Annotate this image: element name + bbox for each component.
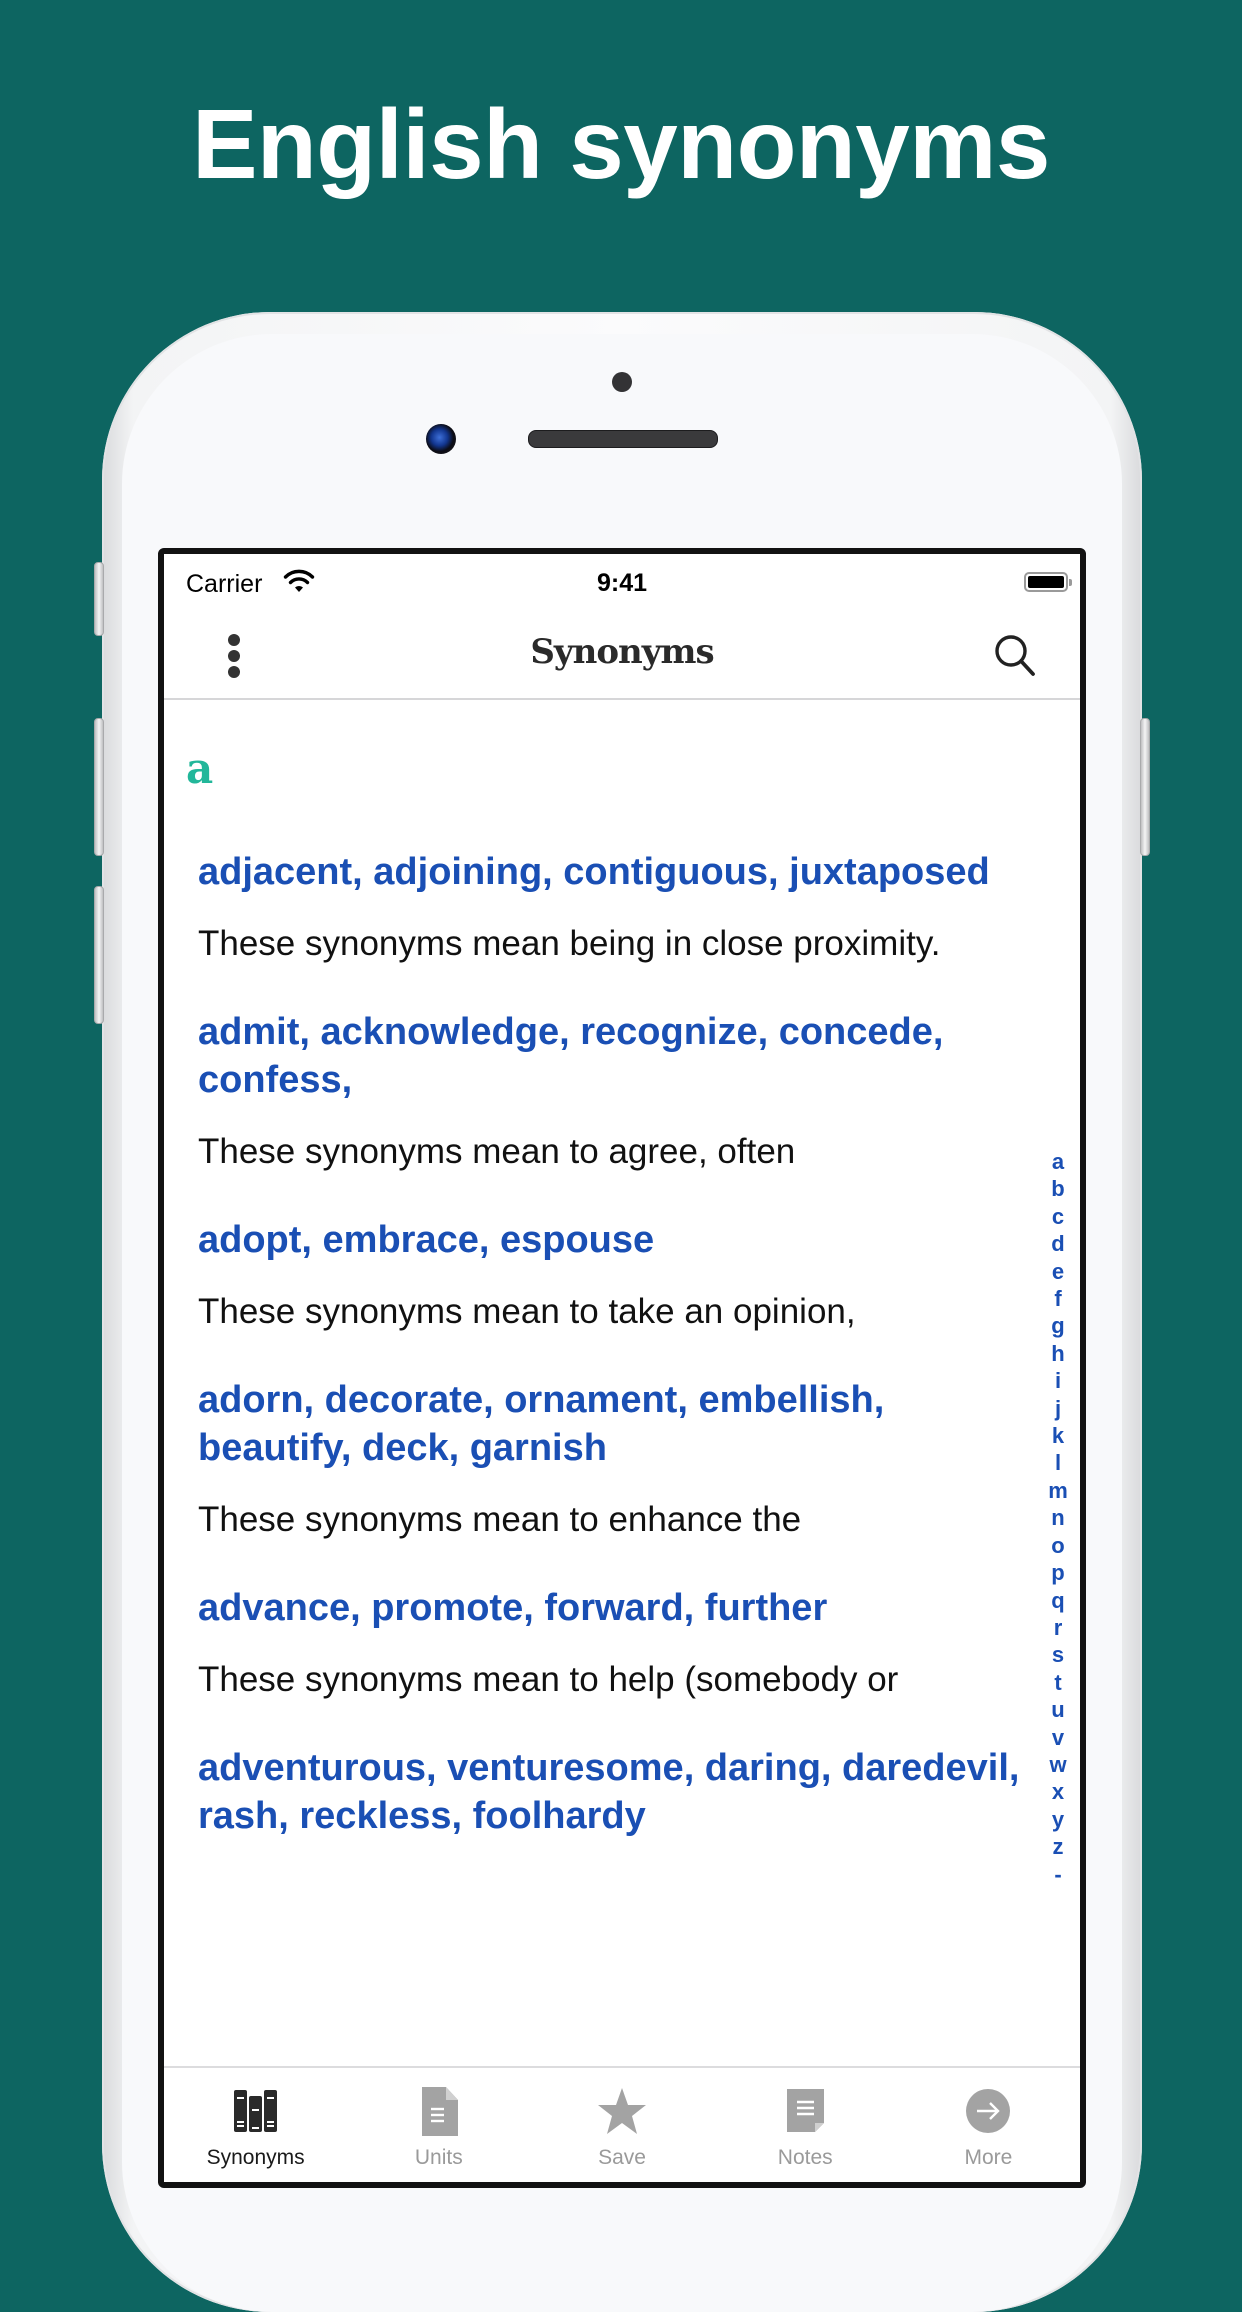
promo-headline: English synonyms <box>192 89 1050 199</box>
index-letter[interactable]: n <box>1051 1504 1064 1531</box>
list-item[interactable]: adjacent, adjoining, contiguous, juxtapo… <box>198 848 1028 966</box>
note-icon <box>780 2086 830 2136</box>
tab-label: Save <box>598 2146 646 2169</box>
tab-notes[interactable]: Notes <box>714 2068 897 2182</box>
battery-full-icon <box>1024 572 1072 592</box>
entry-description: These synonyms mean to agree, often <box>198 1132 796 1171</box>
section-header: a <box>186 744 214 793</box>
tab-label: Units <box>414 2146 463 2169</box>
index-letter[interactable]: j <box>1055 1395 1061 1422</box>
entry-title[interactable]: adventurous, venturesome, daring, darede… <box>198 1744 1028 1840</box>
front-camera <box>426 424 456 454</box>
alphabet-index[interactable]: abcdefghijklmnopqrstuvwxyz- <box>1044 1148 1072 1888</box>
power-button <box>1140 718 1150 856</box>
entry-title[interactable]: adjacent, adjoining, contiguous, juxtapo… <box>198 848 1028 896</box>
entry-title[interactable]: adorn, decorate, ornament, embellish, be… <box>198 1376 1028 1472</box>
tab-label: Synonyms <box>206 2146 305 2169</box>
arrow-circle-icon <box>963 2086 1013 2136</box>
list-item[interactable]: admit, acknowledge, recognize, concede, … <box>198 1008 1028 1174</box>
status-time: 9:41 <box>596 569 648 597</box>
index-letter[interactable]: z <box>1053 1833 1064 1860</box>
index-letter[interactable]: x <box>1052 1778 1064 1805</box>
search-icon[interactable] <box>992 632 1038 678</box>
index-letter[interactable]: a <box>1052 1148 1064 1175</box>
entry-title[interactable]: admit, acknowledge, recognize, concede, … <box>198 1008 1028 1104</box>
index-letter[interactable]: r <box>1054 1614 1063 1641</box>
document-icon <box>414 2086 464 2136</box>
index-letter[interactable]: e <box>1052 1258 1064 1285</box>
index-letter[interactable]: q <box>1051 1587 1064 1614</box>
list-item[interactable]: advance, promote, forward, further These … <box>198 1584 1028 1702</box>
tab-more[interactable]: More <box>897 2068 1080 2182</box>
index-letter[interactable]: p <box>1051 1559 1064 1586</box>
index-letter[interactable]: o <box>1051 1532 1064 1559</box>
index-letter[interactable]: w <box>1049 1751 1066 1778</box>
books-icon <box>231 2086 281 2136</box>
entries-container: adjacent, adjoining, contiguous, juxtapo… <box>198 848 1028 1882</box>
synonym-list[interactable]: a adjacent, adjoining, contiguous, juxta… <box>164 700 1080 2018</box>
index-letter[interactable]: t <box>1054 1669 1061 1696</box>
tab-synonyms[interactable]: Synonyms <box>164 2068 347 2182</box>
index-letter[interactable]: u <box>1051 1696 1064 1723</box>
tab-units[interactable]: Units <box>347 2068 530 2182</box>
status-bar: Carrier 9:41 <box>164 554 1080 604</box>
index-letter[interactable]: - <box>1054 1861 1061 1888</box>
entry-title[interactable]: adopt, embrace, espouse <box>198 1216 1028 1264</box>
index-letter[interactable]: k <box>1052 1422 1064 1449</box>
page-title: Synonyms <box>530 632 714 672</box>
index-letter[interactable]: f <box>1054 1285 1061 1312</box>
index-letter[interactable]: y <box>1052 1806 1064 1833</box>
entry-description: These synonyms mean to enhance the <box>198 1500 802 1539</box>
entry-title[interactable]: advance, promote, forward, further <box>198 1584 1028 1632</box>
navigation-bar: Synonyms <box>164 606 1080 700</box>
entry-description: These synonyms mean to help (somebody or <box>198 1660 899 1699</box>
tab-bar: Synonyms Units Save Notes More <box>164 2066 1080 2182</box>
entry-description: These synonyms mean to take an opinion, <box>198 1292 856 1331</box>
index-letter[interactable]: c <box>1052 1203 1064 1230</box>
list-item[interactable]: adopt, embrace, espouse These synonyms me… <box>198 1216 1028 1334</box>
tab-label: More <box>964 2146 1013 2169</box>
mute-switch <box>94 562 104 636</box>
star-icon <box>597 2086 647 2136</box>
tab-label: Notes <box>777 2146 833 2169</box>
list-item[interactable]: adorn, decorate, ornament, embellish, be… <box>198 1376 1028 1542</box>
list-item[interactable]: adventurous, venturesome, daring, darede… <box>198 1744 1028 1840</box>
volume-down-button <box>94 886 104 1024</box>
index-letter[interactable]: h <box>1051 1340 1064 1367</box>
index-letter[interactable]: v <box>1052 1724 1064 1751</box>
index-letter[interactable]: l <box>1055 1449 1061 1476</box>
index-letter[interactable]: g <box>1051 1312 1064 1339</box>
index-letter[interactable]: d <box>1051 1230 1064 1257</box>
app-screen: Carrier 9:41 Synonyms a adjacent, adjoin… <box>158 548 1086 2188</box>
index-letter[interactable]: m <box>1048 1477 1068 1504</box>
index-letter[interactable]: i <box>1055 1367 1061 1394</box>
tab-save[interactable]: Save <box>530 2068 713 2182</box>
index-letter[interactable]: s <box>1052 1641 1064 1668</box>
earpiece-speaker <box>528 430 718 448</box>
entry-description: These synonyms mean being in close proxi… <box>198 924 941 963</box>
index-letter[interactable]: b <box>1051 1175 1064 1202</box>
proximity-sensor <box>612 372 632 392</box>
volume-up-button <box>94 718 104 856</box>
